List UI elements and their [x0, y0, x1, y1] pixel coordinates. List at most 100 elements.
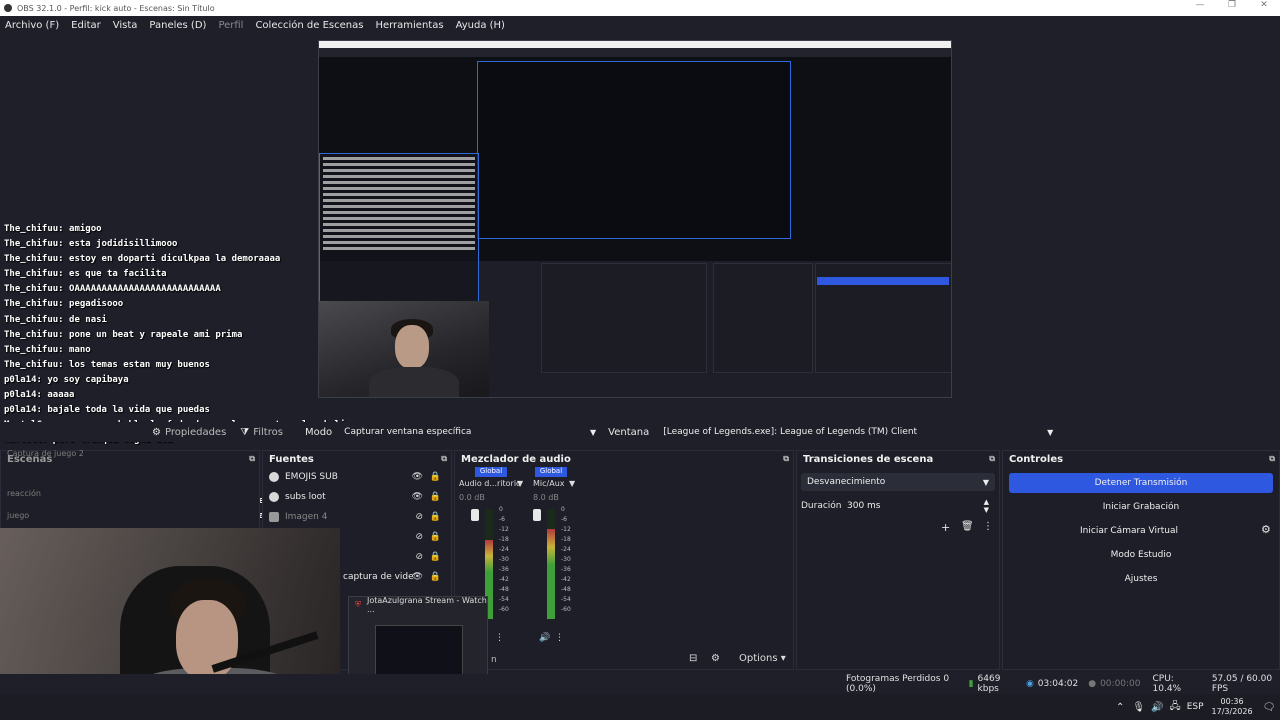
transition-select[interactable]: Desvanecimiento ▼ [801, 473, 995, 491]
source-item[interactable]: Imagen 4 ⊘ 🔒 [263, 507, 451, 527]
popout-icon[interactable]: ⧉ [249, 454, 255, 464]
eye-off-icon[interactable]: ⊘ [415, 512, 423, 522]
gear-icon[interactable]: ⚙ [1261, 523, 1271, 536]
mode-label: Modo [304, 426, 333, 438]
popout-icon[interactable]: ⧉ [1269, 454, 1275, 464]
menu-herramientas[interactable]: Herramientas [375, 20, 443, 31]
menu-ayuda[interactable]: Ayuda (H) [456, 20, 505, 31]
language-indicator[interactable]: ESP [1187, 702, 1204, 712]
popout-icon[interactable]: ⧉ [783, 454, 789, 464]
meter-tick-label: -6 [561, 516, 567, 523]
notification-icon[interactable]: 🗨 [1263, 702, 1276, 713]
stop-streaming-button[interactable]: Detener Transmisión [1009, 473, 1273, 493]
start-virtual-camera-button[interactable]: Iniciar Cámara Virtual [1009, 521, 1249, 541]
duration-input[interactable]: 300 ms ▲ ▼ [841, 497, 995, 515]
scenes-title: Escenas [7, 453, 53, 465]
settings-button[interactable]: Ajustes [1009, 569, 1273, 589]
filters-button[interactable]: Filtros [253, 427, 283, 438]
browser-icon: ⛨ [355, 600, 361, 609]
transition-select-value: Desvanecimiento [807, 477, 886, 487]
lock-icon[interactable]: 🔒 [430, 552, 441, 562]
meter-tick-label: -36 [561, 566, 571, 573]
nested-mixer-dock [541, 263, 707, 373]
studio-mode-button[interactable]: Modo Estudio [1009, 545, 1273, 565]
source-item[interactable]: subs loot 👁 🔒 [263, 487, 451, 507]
channel-tag: Global [475, 467, 507, 477]
lock-icon[interactable]: 🔒 [430, 512, 441, 522]
nested-webcam [319, 301, 489, 397]
menu-paneles[interactable]: Paneles (D) [149, 20, 206, 31]
taskbar: ⌃ 🎙 🔊 🖧 ESP 00:36 17/3/2026 🗨 [0, 694, 1280, 720]
scene-item[interactable]: reacción [7, 483, 259, 505]
sources-dock-header: Fuentes ⧉ [263, 451, 451, 467]
gear-icon[interactable]: ⚙ [152, 427, 161, 438]
mixer-menu-icon[interactable]: ⋮ [495, 633, 504, 643]
menu-coleccion-escenas[interactable]: Colección de Escenas [255, 20, 363, 31]
maximize-button[interactable]: ❐ [1216, 0, 1248, 10]
speaker-icon[interactable]: 🔊 [539, 633, 550, 643]
eye-icon[interactable]: 👁 [412, 472, 423, 482]
lock-icon[interactable]: 🔒 [430, 472, 441, 482]
gear-icon[interactable]: ⚙ [711, 653, 720, 664]
window-select[interactable]: [League of Legends.exe]: League of Legen… [657, 423, 1055, 441]
meter-tick-label: -54 [499, 596, 509, 603]
speaker-icon[interactable]: 🔊 [1151, 702, 1163, 713]
menu-perfil[interactable]: Perfil [218, 20, 243, 31]
filter-icon[interactable]: ⧩ [240, 427, 249, 438]
mixer-menu-icon[interactable]: ⋮ [555, 633, 564, 643]
popout-icon[interactable]: ⧉ [441, 454, 447, 464]
volume-slider[interactable] [471, 509, 479, 521]
lock-icon[interactable]: 🔒 [430, 572, 441, 582]
clock-date: 17/3/2026 [1211, 707, 1253, 716]
meter-scale: 0 -6 -12 -18 -24 -30 -36 -42 -48 -54 -60 [499, 505, 509, 615]
chat-username: The_chifuu: [4, 344, 64, 355]
stream-time: 03:04:02 [1037, 679, 1079, 689]
menu-editar[interactable]: Editar [71, 20, 101, 31]
start-recording-button[interactable]: Iniciar Grabación [1009, 497, 1273, 517]
chevron-down-icon: ▼ [982, 477, 989, 487]
volume-slider[interactable] [533, 509, 541, 521]
network-icon[interactable]: 🖧 [1170, 699, 1181, 716]
channel-name: ▼ [517, 479, 524, 488]
mode-select[interactable]: Capturar ventana específica ▼ [338, 423, 600, 441]
meter-tick-label: -18 [561, 536, 571, 543]
chevron-down-icon: ▼ [590, 427, 597, 437]
properties-button[interactable]: Propiedades [165, 427, 226, 438]
clock-time: 00:36 [1220, 697, 1244, 706]
layout-icon[interactable]: ⊟ [689, 653, 697, 664]
close-button[interactable]: ✕ [1248, 0, 1280, 10]
browser-source-icon [269, 472, 279, 482]
chevron-down-icon[interactable]: ▼ [569, 479, 575, 488]
options-button[interactable]: Options ▾ [739, 653, 786, 664]
add-icon[interactable]: + [941, 521, 950, 534]
chat-message: The_chifuu: mano [4, 343, 284, 358]
eye-off-icon[interactable]: ⊘ [415, 552, 423, 562]
mode-select-value: Capturar ventana específica [344, 427, 472, 437]
chat-text: aaaaa [47, 390, 75, 401]
eye-icon[interactable]: 👁 [412, 572, 423, 582]
minimize-button[interactable]: — [1184, 0, 1216, 10]
scene-item[interactable]: juego [7, 505, 259, 527]
eye-icon[interactable]: 👁 [412, 492, 423, 502]
mic-icon[interactable]: 🎙 [1132, 702, 1145, 713]
popout-icon[interactable]: ⧉ [989, 454, 995, 464]
more-icon[interactable]: ⋮ [983, 521, 993, 532]
transitions-dock-header: Transiciones de escena ⧉ [797, 451, 999, 467]
chat-username: p0la14: [4, 390, 42, 401]
source-item[interactable]: EMOJIS SUB 👁 🔒 [263, 467, 451, 487]
clock[interactable]: 00:36 17/3/2026 [1212, 697, 1253, 717]
lock-icon[interactable]: 🔒 [430, 492, 441, 502]
trash-icon[interactable]: 🗑 [961, 521, 974, 532]
menu-archivo[interactable]: Archivo (F) [5, 20, 59, 31]
chat-message: The_chifuu: de nasi [4, 313, 284, 328]
eye-off-icon[interactable]: ⊘ [415, 532, 423, 542]
meter-tick-label: -30 [499, 556, 509, 563]
chat-text: los temas estan muy buenos [69, 359, 210, 370]
meter-tick-label: -54 [561, 596, 571, 603]
stepper-icon[interactable]: ▲ ▼ [984, 498, 989, 514]
lock-icon[interactable]: 🔒 [430, 532, 441, 542]
menu-vista[interactable]: Vista [113, 20, 138, 31]
chat-text: es que ta facilita [69, 269, 167, 280]
chevron-up-icon[interactable]: ⌃ [1116, 702, 1124, 713]
mixer-dock-header: Mezclador de audio ⧉ [455, 451, 793, 467]
